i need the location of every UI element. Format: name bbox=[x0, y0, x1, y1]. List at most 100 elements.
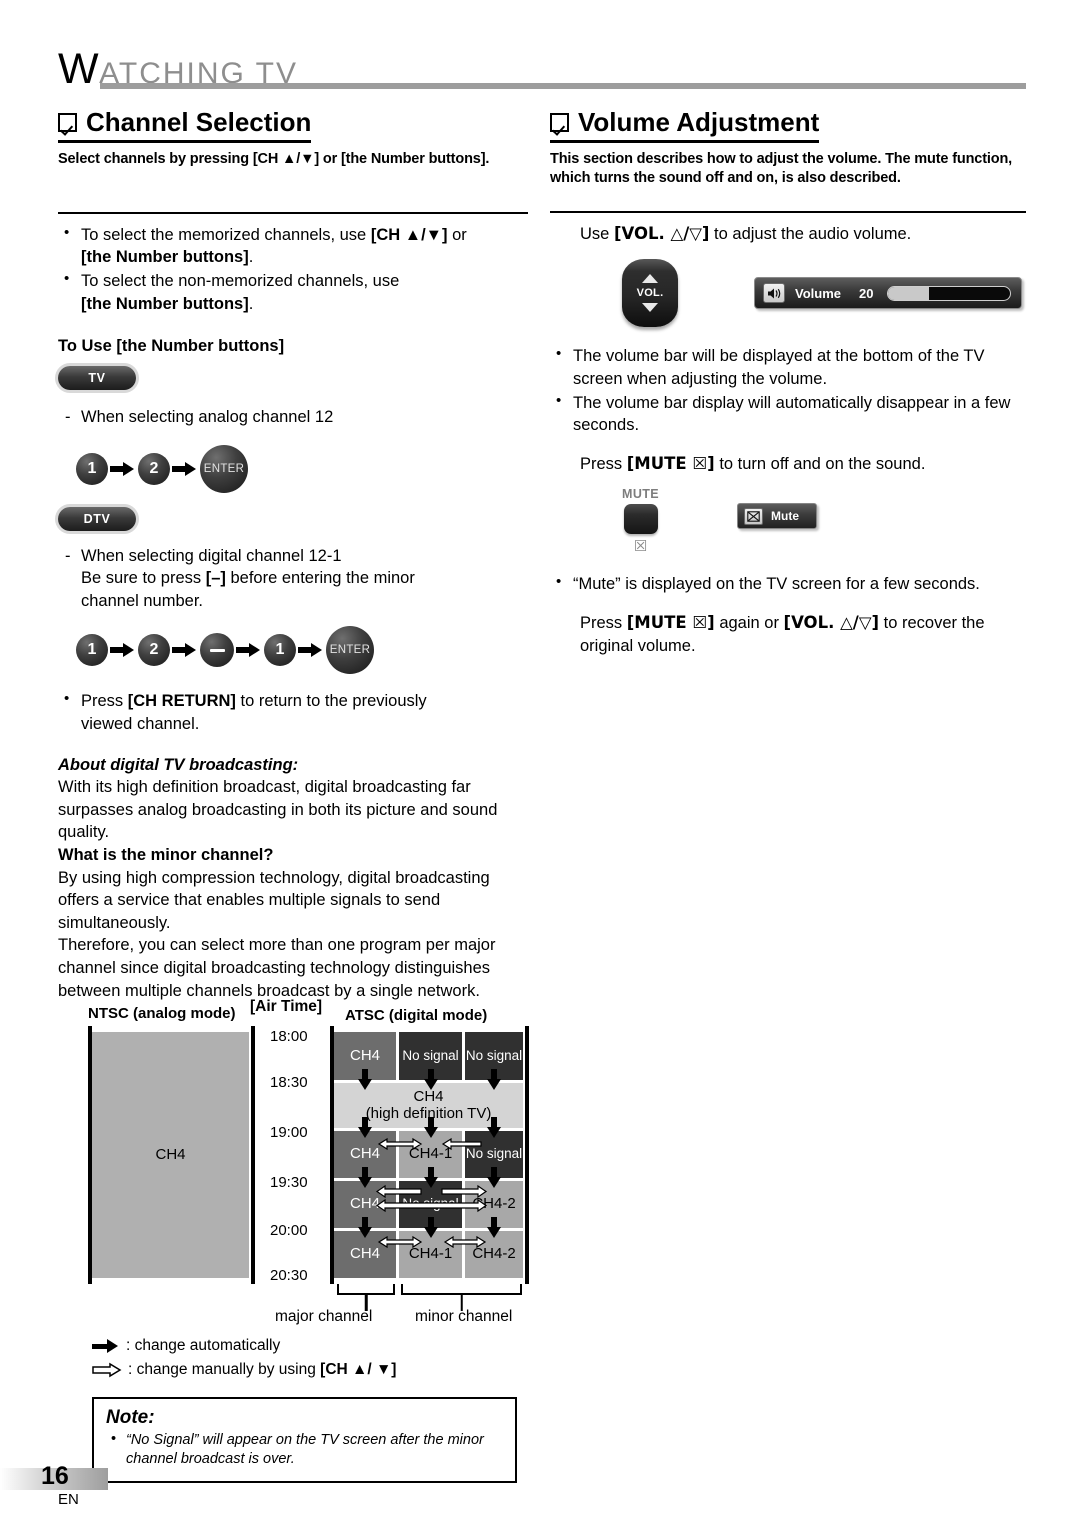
list-item: To select the memorized channels, use [C… bbox=[58, 223, 528, 269]
mute-osd-icon bbox=[744, 507, 764, 525]
volume-adjustment-subtitle: This section describes how to adjust the… bbox=[550, 150, 1013, 186]
recover-e: to recover the bbox=[879, 614, 985, 632]
ch-return-list: Press [CH RETURN] to return to the previ… bbox=[58, 689, 528, 735]
mute-key[interactable] bbox=[623, 504, 658, 535]
manual-change-arrow-icon bbox=[375, 1184, 423, 1199]
bullet-1-bold-2: [the Number buttons] bbox=[81, 294, 249, 313]
remote-key-2[interactable]: 2 bbox=[138, 634, 170, 667]
auto-change-arrow-icon bbox=[358, 1217, 372, 1239]
use-vol-a: Use bbox=[580, 224, 614, 243]
channel-selection-heading: Channel Selection bbox=[58, 107, 312, 143]
remote-key-minus[interactable] bbox=[200, 633, 234, 668]
remote-key-1[interactable]: 1 bbox=[76, 634, 108, 667]
page-number: 16 bbox=[41, 1462, 69, 1490]
bullet-1-text-3: . bbox=[248, 294, 254, 313]
list-item: Press [CH RETURN] to return to the previ… bbox=[58, 689, 528, 735]
note-item: “No Signal” will appear on the TV screen… bbox=[106, 1430, 503, 1470]
manual-change-arrow-icon bbox=[443, 1234, 487, 1249]
remote-key-enter[interactable]: ENTER bbox=[200, 444, 248, 493]
remote-key-2[interactable]: 2 bbox=[138, 452, 170, 485]
volume-bar-track[interactable] bbox=[887, 285, 1011, 301]
auto-change-arrow-icon bbox=[487, 1069, 501, 1091]
auto-change-arrow-icon bbox=[487, 1117, 501, 1139]
chreturn-a: Press bbox=[81, 692, 128, 711]
mute-symbol-icon: ☒ bbox=[633, 537, 648, 556]
volume-bullet-list: The volume bar will be displayed at the … bbox=[550, 344, 1026, 437]
bullet-0-text-3: . bbox=[248, 248, 254, 267]
time-tick-3: 19:30 bbox=[270, 1174, 308, 1191]
badge-tv-wrap: TV bbox=[58, 366, 528, 391]
bullet-0-text-1: To select the memorized channels, use bbox=[81, 225, 371, 244]
legend-manual-text-a: : change manually by using bbox=[128, 1361, 321, 1379]
use-number-buttons-heading: To Use [the Number buttons] bbox=[58, 337, 285, 356]
mute-press-b: [MUTE ☒] bbox=[626, 453, 715, 473]
vol-controls-row: VOL. Volume 20 bbox=[622, 259, 1026, 328]
use-vol-instruction: Use [VOL. △/▽] to adjust the audio volum… bbox=[580, 223, 1026, 246]
vol-key-label: VOL. bbox=[636, 287, 664, 300]
digital-line-2c: before entering the minor bbox=[225, 569, 415, 588]
time-tick-0: 18:00 bbox=[270, 1028, 308, 1045]
arrow-right-icon bbox=[234, 641, 264, 659]
chart-rule-mid-left bbox=[251, 1026, 255, 1284]
vol-rocker-key[interactable]: VOL. bbox=[622, 259, 678, 328]
language-code: EN bbox=[58, 1491, 79, 1508]
right-column: Volume Adjustment This section describes… bbox=[550, 108, 1026, 657]
arrow-right-icon bbox=[296, 641, 326, 659]
remote-key-1[interactable]: 1 bbox=[76, 452, 108, 485]
digital-key-sequence: 1 2 1 ENTER bbox=[76, 626, 528, 675]
recover-volume-instruction: Press [MUTE ☒] again or [VOL. △/▽] to re… bbox=[580, 612, 1026, 657]
use-vol-b: [VOL. △/▽] bbox=[613, 223, 710, 243]
chart-legend: : change automatically : change manually… bbox=[92, 1334, 532, 1382]
vol-up-icon[interactable] bbox=[642, 274, 658, 284]
mute-key-caption: MUTE bbox=[622, 487, 660, 502]
minor-channel-heading: What is the minor channel? bbox=[58, 846, 274, 865]
manual-change-arrow-icon bbox=[441, 1136, 483, 1151]
recover-a: Press bbox=[580, 614, 627, 632]
legend-manual-text: : change manually by using [CH ▲/ ▼] bbox=[128, 1358, 396, 1382]
hd-label-line1: CH4 bbox=[413, 1087, 444, 1105]
auto-change-arrow-icon bbox=[424, 1167, 438, 1189]
list-item: The volume bar display will automaticall… bbox=[550, 391, 1026, 437]
tv-badge: TV bbox=[58, 366, 136, 391]
list-item: To select the non-memorized channels, us… bbox=[58, 269, 528, 315]
list-item: The volume bar will be displayed at the … bbox=[550, 344, 1026, 390]
channel-selection-subtitle: Select channels by pressing [CH ▲/▼] or … bbox=[58, 150, 490, 167]
mute-controls-row: MUTE ☒ Mute bbox=[622, 487, 1026, 555]
legend-row-manual: : change manually by using [CH ▲/ ▼] bbox=[92, 1358, 532, 1382]
vol-down-icon[interactable] bbox=[642, 303, 658, 313]
minor-body-1: By using high compression technology, di… bbox=[58, 868, 490, 932]
remote-key-1b[interactable]: 1 bbox=[264, 634, 296, 667]
auto-change-arrow-icon bbox=[487, 1217, 501, 1239]
minor-channel-bracket bbox=[401, 1284, 522, 1295]
remote-key-enter[interactable]: ENTER bbox=[326, 626, 374, 675]
recover-c: again or bbox=[714, 614, 784, 632]
volume-bar-fill bbox=[888, 286, 929, 300]
dtv-badge: DTV bbox=[58, 506, 136, 531]
arrow-right-icon bbox=[170, 460, 200, 478]
auto-change-arrow-icon bbox=[424, 1217, 438, 1239]
manual-change-arrow-icon bbox=[377, 1136, 423, 1151]
chreturn-d: viewed channel. bbox=[81, 715, 200, 734]
badge-dtv-wrap: DTV bbox=[58, 506, 528, 531]
volume-adjustment-heading: Volume Adjustment bbox=[550, 108, 820, 143]
ntsc-block: CH4 bbox=[92, 1032, 249, 1278]
mute-press-a: Press bbox=[580, 454, 627, 473]
checkbox-icon bbox=[550, 112, 569, 132]
chart-right-header: ATSC (digital mode) bbox=[345, 1007, 488, 1024]
digital-line-2b: [–] bbox=[205, 569, 226, 588]
note-title: Note: bbox=[106, 1407, 155, 1428]
list-item: “Mute” is displayed on the TV screen for… bbox=[550, 572, 1026, 596]
channel-selection-title: Channel Selection bbox=[86, 107, 312, 137]
note-box: Note: “No Signal” will appear on the TV … bbox=[92, 1397, 517, 1483]
auto-change-arrow-icon bbox=[358, 1117, 372, 1139]
recover-b: [MUTE ☒] bbox=[626, 613, 715, 632]
about-digital-block: About digital TV broadcasting: With its … bbox=[58, 754, 528, 1003]
recover-f: original volume. bbox=[580, 636, 696, 655]
left-column: Channel Selection Select channels by pre… bbox=[58, 108, 528, 1002]
recover-d: [VOL. △/▽] bbox=[783, 613, 880, 632]
minor-channel-label: minor channel bbox=[415, 1308, 513, 1325]
chreturn-b: [CH RETURN] bbox=[127, 692, 236, 711]
open-arrow-icon bbox=[92, 1362, 122, 1378]
legend-auto-text: : change automatically bbox=[126, 1337, 281, 1354]
use-vol-c: to adjust the audio volume. bbox=[709, 224, 912, 243]
